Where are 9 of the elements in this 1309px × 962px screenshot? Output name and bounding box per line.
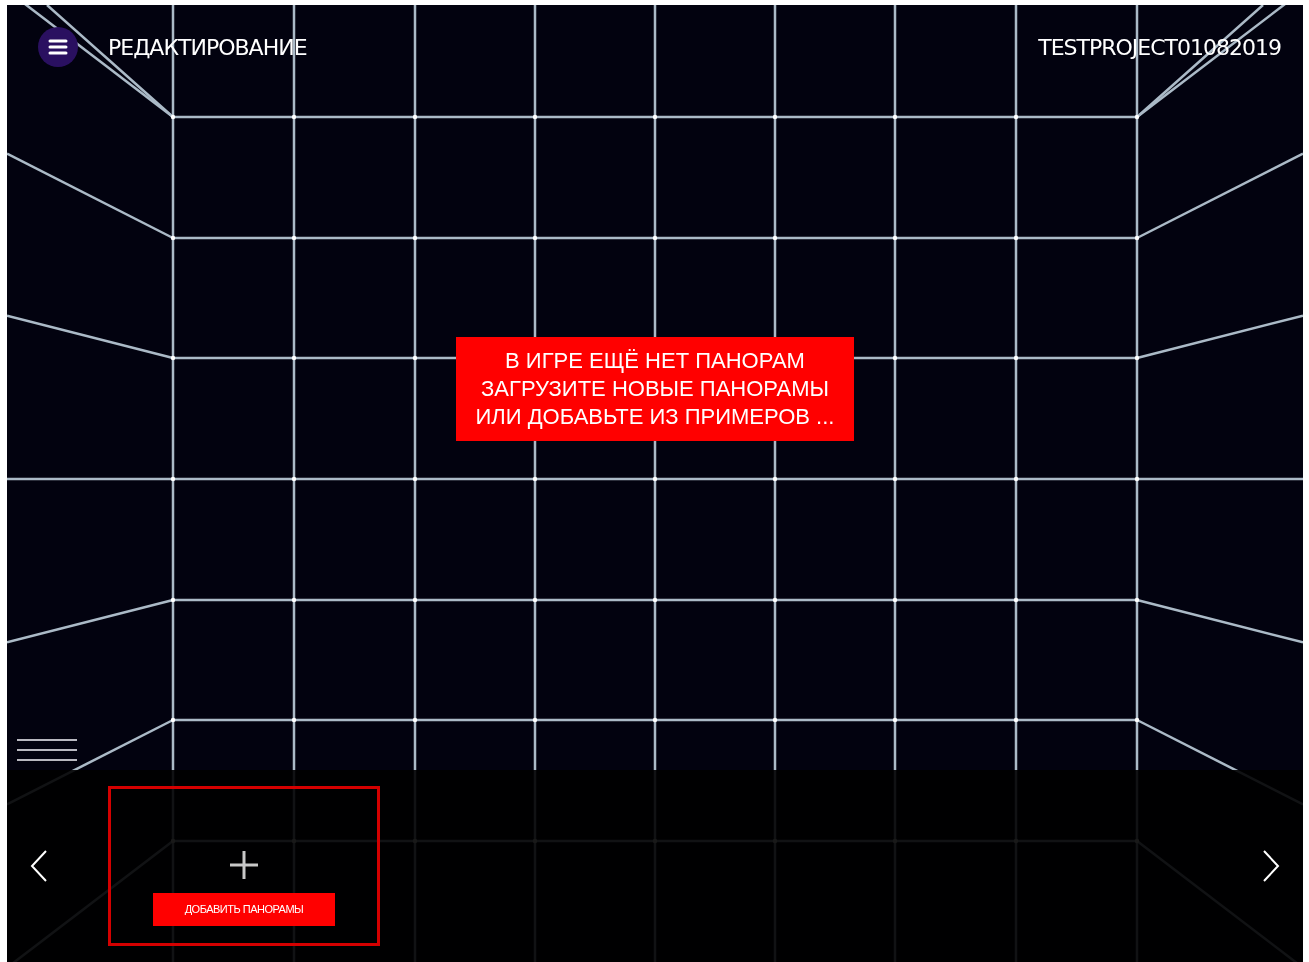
menu-button[interactable]: [38, 27, 78, 67]
empty-message: В ИГРЕ ЕЩЁ НЕТ ПАНОРАМ ЗАГРУЗИТЕ НОВЫЕ ПАНОРАМЫ ИЛИ ДОБАВЬТЕ ИЗ ПРИМЕРОВ ...: [455, 336, 855, 441]
menu-icon: [48, 39, 68, 55]
chevron-right-icon: [1261, 849, 1281, 883]
add-panoramas-button[interactable]: ДОБАВИТЬ ПАНОРАМЫ: [153, 893, 335, 926]
chevron-left-icon: [29, 849, 49, 883]
add-panorama-card[interactable]: ДОБАВИТЬ ПАНОРАМЫ: [108, 786, 380, 946]
list-lines-icon: [16, 738, 78, 762]
plus-icon: [229, 850, 259, 880]
